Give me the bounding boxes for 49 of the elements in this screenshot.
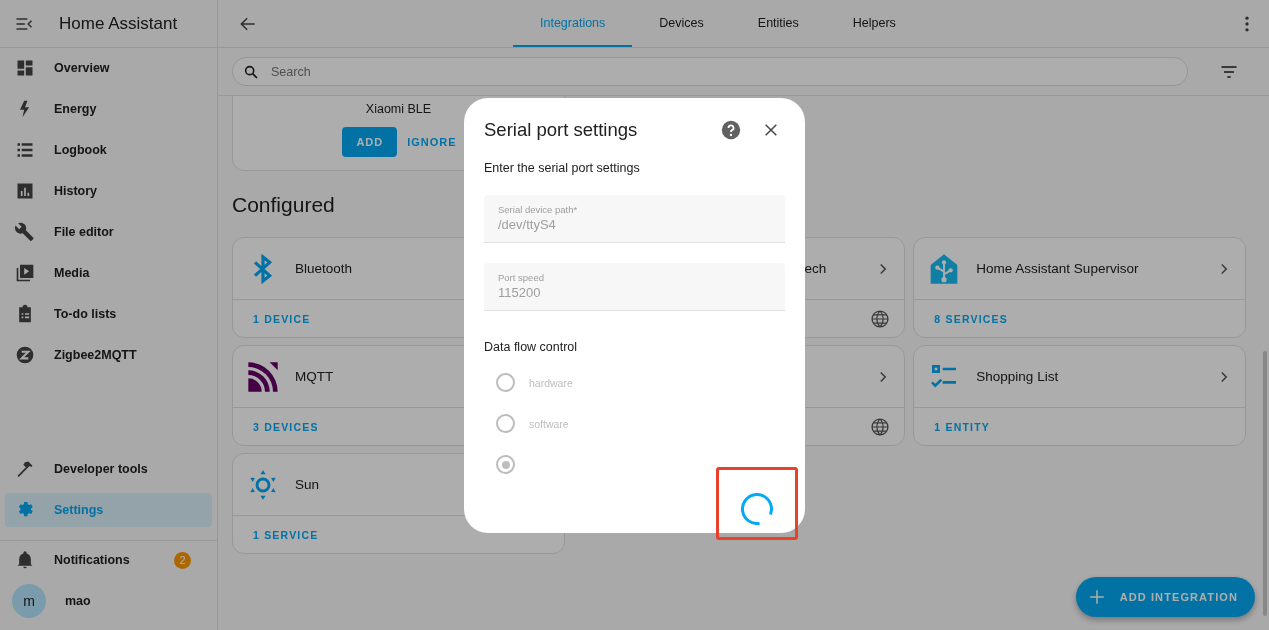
tab[interactable]: Helpers xyxy=(825,0,923,47)
dialog-description: Enter the serial port settings xyxy=(484,161,641,175)
bell-icon xyxy=(15,550,35,570)
notifications-item[interactable]: Notifications 2 xyxy=(5,543,212,577)
integration-name: Bluetooth xyxy=(295,261,353,276)
search-icon xyxy=(243,63,259,80)
user-name: mao xyxy=(65,594,91,608)
sidebar-item[interactable]: Developer tools xyxy=(5,452,212,486)
integration-name: Xiaomi BLE xyxy=(365,102,432,116)
sidebar-item[interactable]: File editor xyxy=(5,215,212,249)
sidebar-item[interactable]: History xyxy=(5,174,212,208)
user-avatar: m xyxy=(12,584,46,618)
wrench-icon xyxy=(15,222,35,242)
notifications-label: Notifications xyxy=(54,553,130,567)
help-icon[interactable] xyxy=(721,120,741,140)
signal-waves-icon xyxy=(247,360,279,393)
integration-name: Home Assistant Supervisor xyxy=(976,261,1139,276)
sidebar-item[interactable]: Energy xyxy=(5,92,212,126)
list-icon xyxy=(15,140,35,160)
user-item[interactable]: m mao xyxy=(5,584,212,618)
integration-card[interactable]: Shopping List 1 ENTITY xyxy=(913,345,1246,446)
search-placeholder: Search xyxy=(271,64,311,79)
integration-card[interactable]: Home Assistant Supervisor 8 SERVICES xyxy=(913,237,1246,338)
plus-icon xyxy=(1087,588,1106,606)
sidebar-item[interactable]: To-do lists xyxy=(5,297,212,331)
circle-letter-icon xyxy=(15,345,35,365)
sidebar-item[interactable]: Overview xyxy=(5,51,212,85)
notification-count: 2 xyxy=(174,551,191,569)
integration-name: ech xyxy=(804,261,827,276)
close-icon[interactable] xyxy=(763,122,779,138)
tab[interactable]: Entities xyxy=(730,0,826,47)
sidebar-item[interactable]: Logbook xyxy=(5,133,212,167)
dialog-title: Serial port settings xyxy=(484,119,639,141)
scrollbar[interactable] xyxy=(1263,351,1267,616)
tab[interactable]: Devices xyxy=(632,0,731,47)
hammer-icon xyxy=(15,459,35,479)
sidebar-item[interactable]: Media xyxy=(5,256,212,290)
app-title: Home Assistant xyxy=(59,13,178,34)
search-field[interactable]: Search xyxy=(232,57,1188,86)
integration-name: Shopping List xyxy=(976,369,1059,384)
section-title: Configured xyxy=(232,193,335,217)
bar-chart-icon xyxy=(15,181,35,201)
sidebar-item[interactable]: Zigbee2MQTT xyxy=(5,338,212,372)
globe-icon xyxy=(870,308,891,329)
play-icon xyxy=(15,263,35,283)
globe-icon xyxy=(870,416,891,437)
integration-name: MQTT xyxy=(295,369,334,384)
integration-name: Sun xyxy=(295,477,320,492)
dashboard-icon xyxy=(15,58,35,78)
